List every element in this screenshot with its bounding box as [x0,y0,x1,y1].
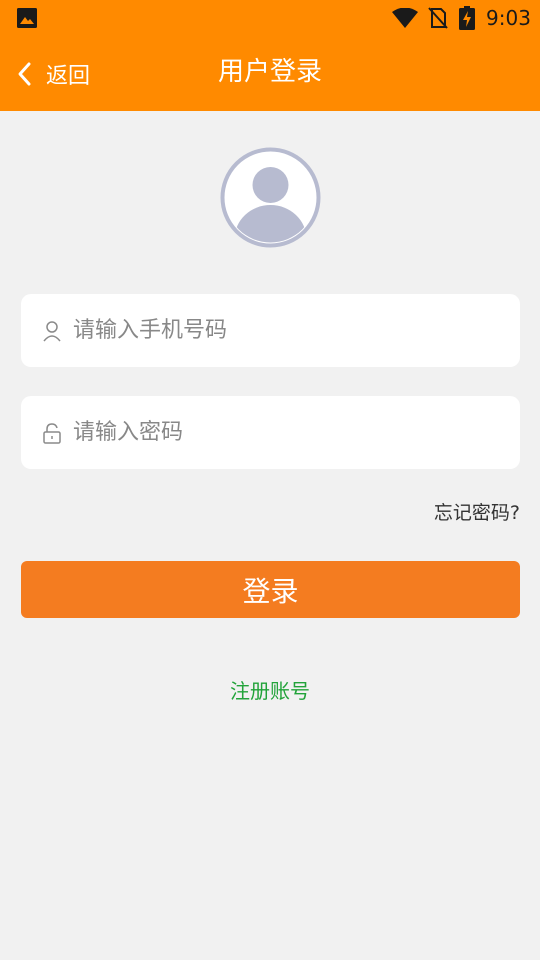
user-icon [43,320,61,341]
password-input[interactable] [73,412,493,453]
phone-input[interactable] [73,310,493,351]
app-header: 9:03 返回 用户登录 [0,0,540,111]
lock-icon [43,422,61,444]
register-link[interactable]: 注册账号 [0,675,540,704]
gallery-icon [17,8,37,28]
forgot-password-link[interactable]: 忘记密码? [434,498,520,525]
battery-charging-icon [459,6,475,30]
phone-field[interactable] [21,294,520,367]
status-time: 9:03 [486,6,531,30]
no-sim-icon [428,7,448,29]
page-title: 用户登录 [217,57,322,87]
password-field[interactable] [21,396,520,469]
status-bar: 9:03 [0,0,540,36]
avatar-icon [220,147,321,248]
wifi-icon [392,8,418,28]
login-button[interactable]: 登录 [21,561,520,618]
